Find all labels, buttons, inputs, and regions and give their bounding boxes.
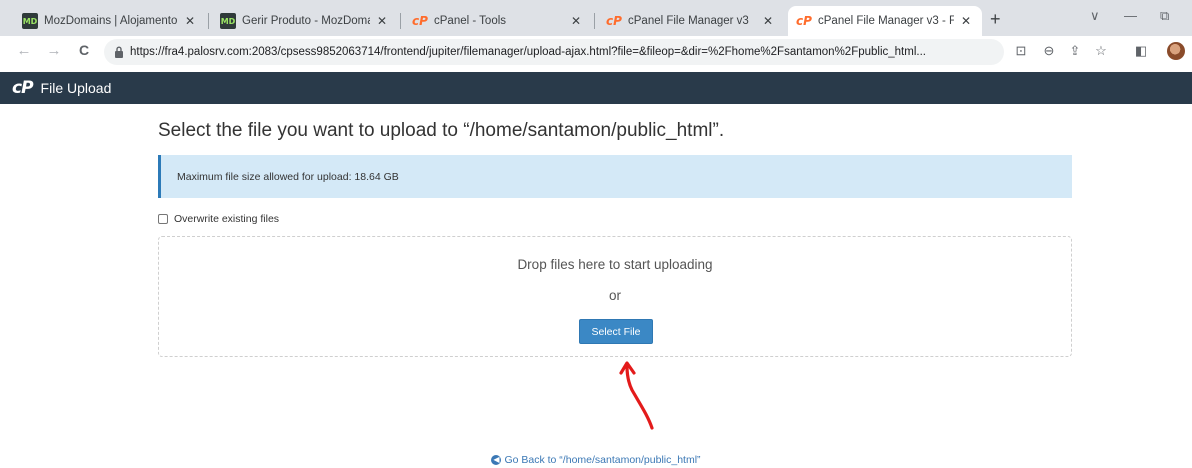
cpanel-favicon: cP bbox=[606, 14, 622, 28]
side-panel-icon[interactable]: ◧ bbox=[1132, 43, 1150, 59]
zoom-icon[interactable]: ⊖ bbox=[1040, 43, 1058, 59]
tab-search-dropdown-icon[interactable]: ∨ bbox=[1090, 8, 1100, 24]
browser-tab-strip: MD MozDomains | Alojamento do ✕ MD Gerir… bbox=[0, 0, 1192, 36]
arrow-left-circle-icon[interactable]: ◀ bbox=[491, 455, 502, 465]
reload-icon[interactable]: C bbox=[74, 42, 94, 58]
bookmark-star-icon[interactable]: ☆ bbox=[1092, 43, 1110, 59]
overwrite-option[interactable]: Overwrite existing files bbox=[158, 213, 279, 225]
browser-tab-mozdomains-alojamento[interactable]: MD MozDomains | Alojamento do ✕ bbox=[14, 6, 206, 36]
go-back-link[interactable]: ◀ Go Back to “/home/santamon/public_html… bbox=[0, 454, 1192, 466]
cpanel-favicon: cP bbox=[796, 14, 812, 28]
or-text: or bbox=[608, 288, 621, 303]
select-file-button[interactable]: Select File bbox=[579, 319, 653, 344]
file-drop-zone[interactable]: Drop files here to start uploading or Se… bbox=[158, 236, 1072, 357]
profile-avatar[interactable] bbox=[1167, 42, 1185, 60]
overwrite-checkbox[interactable] bbox=[158, 214, 168, 224]
url-text[interactable]: https://fra4.palosrv.com:2083/cpsess9852… bbox=[130, 46, 926, 58]
forward-arrow-icon[interactable]: → bbox=[44, 42, 64, 59]
drop-files-text: Drop files here to start uploading bbox=[517, 257, 713, 272]
tab-separator bbox=[594, 13, 595, 29]
close-tab-icon[interactable]: ✕ bbox=[958, 14, 974, 28]
close-tab-icon[interactable]: ✕ bbox=[182, 14, 198, 28]
cpanel-logo[interactable]: cP bbox=[12, 78, 34, 98]
share-icon[interactable]: ⇪ bbox=[1066, 43, 1084, 59]
tab-separator bbox=[400, 13, 401, 29]
browser-tab-cpanel-tools[interactable]: cP cPanel - Tools ✕ bbox=[404, 6, 592, 36]
go-back-text[interactable]: Go Back to “/home/santamon/public_html” bbox=[504, 454, 700, 466]
browser-tab-file-upload-active[interactable]: cP cPanel File Manager v3 - File ✕ bbox=[788, 6, 982, 36]
overwrite-label[interactable]: Overwrite existing files bbox=[174, 213, 279, 225]
tab-title: Gerir Produto - MozDomains bbox=[242, 15, 370, 27]
translate-icon[interactable]: ⊡ bbox=[1012, 43, 1030, 59]
minimize-window-button[interactable]: — bbox=[1124, 8, 1137, 23]
tab-title: cPanel File Manager v3 bbox=[628, 15, 749, 27]
browser-tab-gerir-produto[interactable]: MD Gerir Produto - MozDomains ✕ bbox=[212, 6, 398, 36]
cpanel-header: cP File Upload bbox=[0, 72, 1192, 104]
tab-title: MozDomains | Alojamento do bbox=[44, 15, 178, 27]
max-file-size-alert: Maximum file size allowed for upload: 18… bbox=[158, 155, 1072, 198]
tab-separator bbox=[208, 13, 209, 29]
close-tab-icon[interactable]: ✕ bbox=[374, 14, 390, 28]
new-tab-button[interactable]: + bbox=[990, 9, 1001, 30]
mozdomains-favicon: MD bbox=[22, 13, 38, 29]
lock-icon[interactable] bbox=[114, 46, 124, 58]
tab-title: cPanel - Tools bbox=[434, 15, 507, 27]
close-tab-icon[interactable]: ✕ bbox=[760, 14, 776, 28]
browser-tab-file-manager[interactable]: cP cPanel File Manager v3 ✕ bbox=[598, 6, 784, 36]
red-annotation-arrow bbox=[619, 361, 654, 430]
mozdomains-favicon: MD bbox=[220, 13, 236, 29]
back-arrow-icon[interactable]: ← bbox=[14, 42, 34, 59]
page-title: File Upload bbox=[40, 80, 112, 96]
upload-heading: Select the file you want to upload to “/… bbox=[158, 120, 725, 141]
cpanel-favicon: cP bbox=[412, 14, 428, 28]
tab-title: cPanel File Manager v3 - File bbox=[818, 15, 954, 27]
close-tab-icon[interactable]: ✕ bbox=[568, 14, 584, 28]
browser-toolbar: ← → C https://fra4.palosrv.com:2083/cpse… bbox=[0, 36, 1192, 68]
max-file-size-text: Maximum file size allowed for upload: 18… bbox=[177, 170, 399, 183]
restore-window-button[interactable]: ⧉ bbox=[1160, 8, 1169, 24]
address-bar[interactable]: https://fra4.palosrv.com:2083/cpsess9852… bbox=[104, 39, 1004, 65]
